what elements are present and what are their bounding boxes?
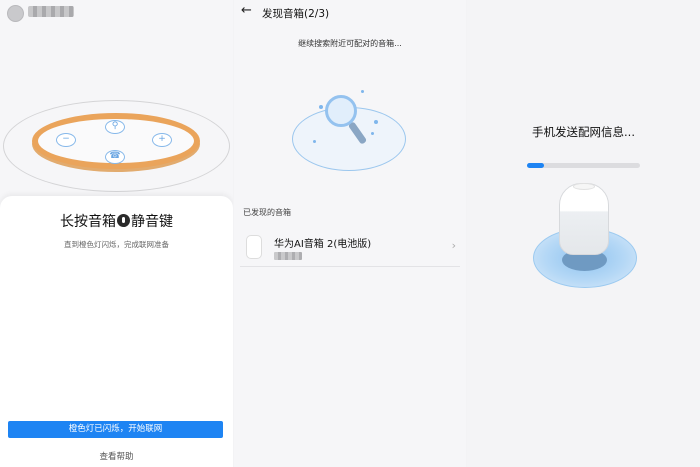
mute-key-icon <box>117 214 130 227</box>
sparkle-dot <box>371 132 374 135</box>
device-id-blurred <box>274 252 302 260</box>
instruction-title-end: 静音键 <box>131 214 173 230</box>
speaker-thumbnail-icon <box>246 235 262 259</box>
view-help-link[interactable]: 查看帮助 <box>0 450 233 462</box>
call-icon: ☎ <box>105 150 125 164</box>
found-device-row[interactable]: 华为AI音箱 2(电池版) › <box>240 226 460 267</box>
pairing-step-panel: − ⚲ + ☎ 长按音箱 静音键 直到橙色灯闪烁，完成联网准备 橙色灯已闪烁，开始… <box>0 0 233 467</box>
sparkle-dot <box>319 105 323 109</box>
chevron-right-icon: › <box>451 239 456 252</box>
sparkle-dot <box>361 90 364 93</box>
progress-bar-fill <box>527 163 544 168</box>
instruction-subtitle: 直到橙色灯闪烁，完成联网准备 <box>64 240 169 249</box>
back-arrow-icon[interactable]: ← <box>241 3 252 18</box>
sparkle-dot <box>313 140 316 143</box>
sending-config-panel: 手机发送配网信息... <box>467 0 700 467</box>
volume-up-icon: + <box>152 133 172 147</box>
progress-bar <box>527 163 640 168</box>
mute-mic-icon: ⚲ <box>105 120 125 134</box>
magnifier-icon <box>325 95 357 127</box>
user-avatar[interactable] <box>7 5 24 22</box>
instruction-title-start: 长按音箱 <box>60 214 116 230</box>
speaker-top-cap <box>573 183 595 190</box>
found-speakers-label: 已发现的音箱 <box>243 208 291 217</box>
page-title: 发现音箱(2/3) <box>262 8 330 20</box>
start-network-button[interactable]: 橙色灯已闪烁，开始联网 <box>8 421 223 438</box>
device-name: 华为AI音箱 2(电池版) <box>274 239 372 250</box>
search-status-text: 继续搜索附近可配对的音箱... <box>298 39 402 48</box>
username-blurred <box>28 6 74 17</box>
discover-speaker-panel: ← 发现音箱(2/3) 继续搜索附近可配对的音箱... 已发现的音箱 华为AI音… <box>234 0 466 467</box>
sending-status-text: 手机发送配网信息... <box>532 125 635 139</box>
smart-speaker-illustration <box>559 183 609 255</box>
sparkle-dot <box>374 120 378 124</box>
instruction-title: 长按音箱 静音键 <box>0 211 233 231</box>
volume-down-icon: − <box>56 133 76 147</box>
